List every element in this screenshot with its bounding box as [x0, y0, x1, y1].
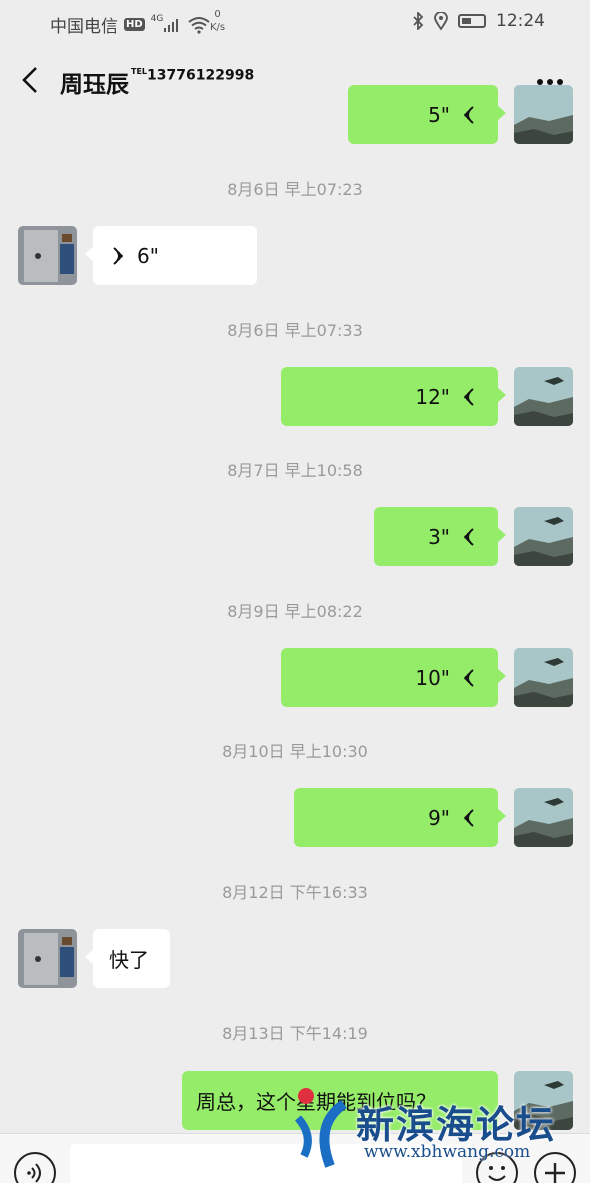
voice-wave-icon [464, 808, 474, 827]
voice-duration: 9" [428, 805, 450, 830]
network-speed: 0 K/s [210, 8, 225, 34]
landscape-avatar-image [514, 788, 573, 847]
bluetooth-icon [413, 12, 424, 30]
voice-message[interactable]: 6" [85, 226, 257, 285]
message-text: 快了 [109, 948, 149, 972]
voice-wave-icon [464, 105, 474, 124]
voice-duration: 12" [415, 384, 450, 409]
contact-phone: TEL13776122998 [131, 67, 254, 84]
my-avatar[interactable] [514, 507, 573, 566]
voice-message[interactable]: 5" [348, 85, 506, 144]
voice-duration: 3" [428, 524, 450, 549]
signal-icon [164, 18, 179, 32]
network-speed-value: 0 [214, 9, 221, 20]
my-avatar[interactable] [514, 648, 573, 707]
voice-wave-icon [464, 387, 474, 406]
machine-avatar-image [18, 929, 77, 988]
wifi-icon [188, 16, 210, 34]
voice-message[interactable]: 12" [281, 367, 506, 426]
chat-title: 周珏辰 TEL13776122998 [60, 65, 254, 99]
location-icon [434, 12, 448, 30]
text-message[interactable]: 快了 [85, 929, 170, 988]
back-arrow-icon[interactable] [16, 64, 46, 96]
message-timestamp: 8月10日 早上10:30 [222, 742, 368, 761]
message-timestamp: 8月6日 早上07:33 [227, 321, 363, 340]
landscape-avatar-image [514, 85, 573, 144]
my-avatar[interactable] [514, 85, 573, 144]
status-bar: 中国电信 HD 4G 0 K/s 12:24 [0, 0, 590, 44]
voice-message[interactable]: 9" [294, 788, 506, 847]
message-timestamp: 8月12日 下午16:33 [222, 883, 368, 902]
landscape-avatar-image [514, 648, 573, 707]
voice-duration: 10" [415, 665, 450, 690]
carrier-label: 中国电信 [50, 17, 118, 37]
network-type-label: 4G [150, 13, 164, 24]
machine-avatar-image [18, 226, 77, 285]
voice-wave-icon [464, 527, 474, 546]
clock: 12:24 [496, 11, 545, 31]
my-avatar[interactable] [514, 788, 573, 847]
voice-input-button[interactable] [14, 1152, 56, 1183]
network-speed-unit: K/s [210, 22, 226, 33]
forum-logo [294, 1088, 348, 1168]
voice-duration: 5" [428, 102, 450, 127]
hd-badge: HD [124, 18, 145, 31]
landscape-avatar-image [514, 367, 573, 426]
voice-message[interactable]: 10" [281, 648, 506, 707]
message-timestamp: 8月9日 早上08:22 [227, 602, 363, 621]
tel-prefix: TEL [131, 67, 148, 76]
voice-message[interactable]: 3" [374, 507, 506, 566]
voice-mode-icon [27, 1163, 41, 1183]
voice-wave-icon [113, 246, 123, 265]
contact-avatar[interactable] [18, 929, 77, 988]
phone-number: 13776122998 [147, 67, 255, 84]
message-timestamp: 8月6日 早上07:23 [227, 180, 363, 199]
forum-name: 新滨海论坛 [356, 1102, 557, 1147]
message-timestamp: 8月7日 早上10:58 [227, 461, 363, 480]
landscape-avatar-image [514, 507, 573, 566]
voice-duration: 6" [137, 243, 159, 268]
my-avatar[interactable] [514, 367, 573, 426]
forum-url: www.xbhwang.com [364, 1142, 531, 1162]
contact-name: 周珏辰 [60, 72, 129, 98]
forum-watermark: 新滨海论坛 www.xbhwang.com [294, 1084, 584, 1174]
contact-avatar[interactable] [18, 226, 77, 285]
battery-icon [458, 14, 486, 28]
message-timestamp: 8月13日 下午14:19 [222, 1024, 368, 1043]
voice-wave-icon [464, 668, 474, 687]
status-left: 中国电信 HD 4G [50, 12, 211, 37]
status-right: 12:24 [412, 11, 545, 31]
